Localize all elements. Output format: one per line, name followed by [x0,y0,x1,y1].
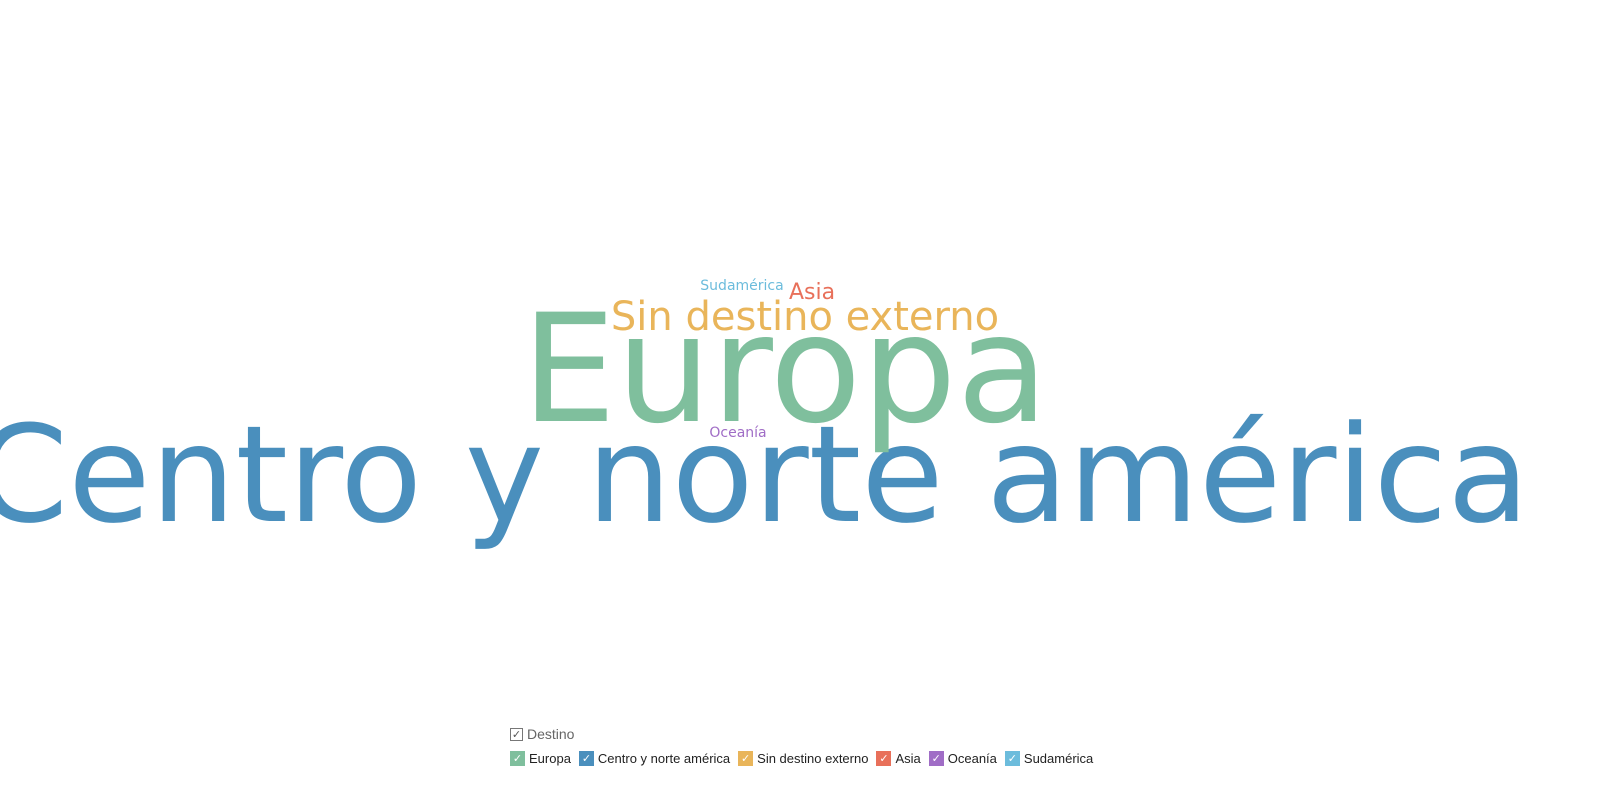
word-oceania[interactable]: Oceanía [709,426,766,440]
legend-toggle-all-checkbox[interactable]: ✓ [510,727,523,741]
legend-title: Destino [527,726,575,742]
legend-checkbox[interactable]: ✓ [876,750,892,766]
legend-label: Centro y norte américa [597,750,731,766]
legend-item-centro-y-norte-america[interactable]: ✓ Centro y norte américa [578,750,731,766]
legend-checkbox[interactable]: ✓ [1004,750,1020,766]
word-asia[interactable]: Asia [789,282,835,304]
legend-items: ✓ Europa ✓ Centro y norte américa ✓ Sin desti… [510,749,1101,767]
legend: ✓ Destino ✓ Europa ✓ Centro y norte américa… [510,725,1101,767]
word-sudamerica[interactable]: Sudamérica [700,279,783,293]
legend-item-asia[interactable]: ✓ Asia [876,750,921,766]
legend-item-europa[interactable]: ✓ Europa [510,750,571,766]
legend-label: Sudamérica [1023,750,1094,766]
legend-checkbox[interactable]: ✓ [578,750,594,766]
legend-item-oceania[interactable]: ✓ Oceanía [928,750,997,766]
legend-label: Europa [529,750,571,766]
legend-label: Oceanía [947,750,997,766]
legend-label: Sin destino externo [757,750,869,766]
legend-checkbox[interactable]: ✓ [510,750,525,766]
legend-item-sin-destino-externo[interactable]: ✓ Sin destino externo [738,750,869,766]
legend-checkbox[interactable]: ✓ [738,750,754,766]
legend-header[interactable]: ✓ Destino [510,725,1101,743]
legend-label: Asia [895,750,921,766]
legend-checkbox[interactable]: ✓ [928,750,944,766]
wordcloud-chart: Centro y norte américa Europa Sin destino … [0,0,1600,785]
legend-item-sudamerica[interactable]: ✓ Sudamérica [1004,750,1094,766]
